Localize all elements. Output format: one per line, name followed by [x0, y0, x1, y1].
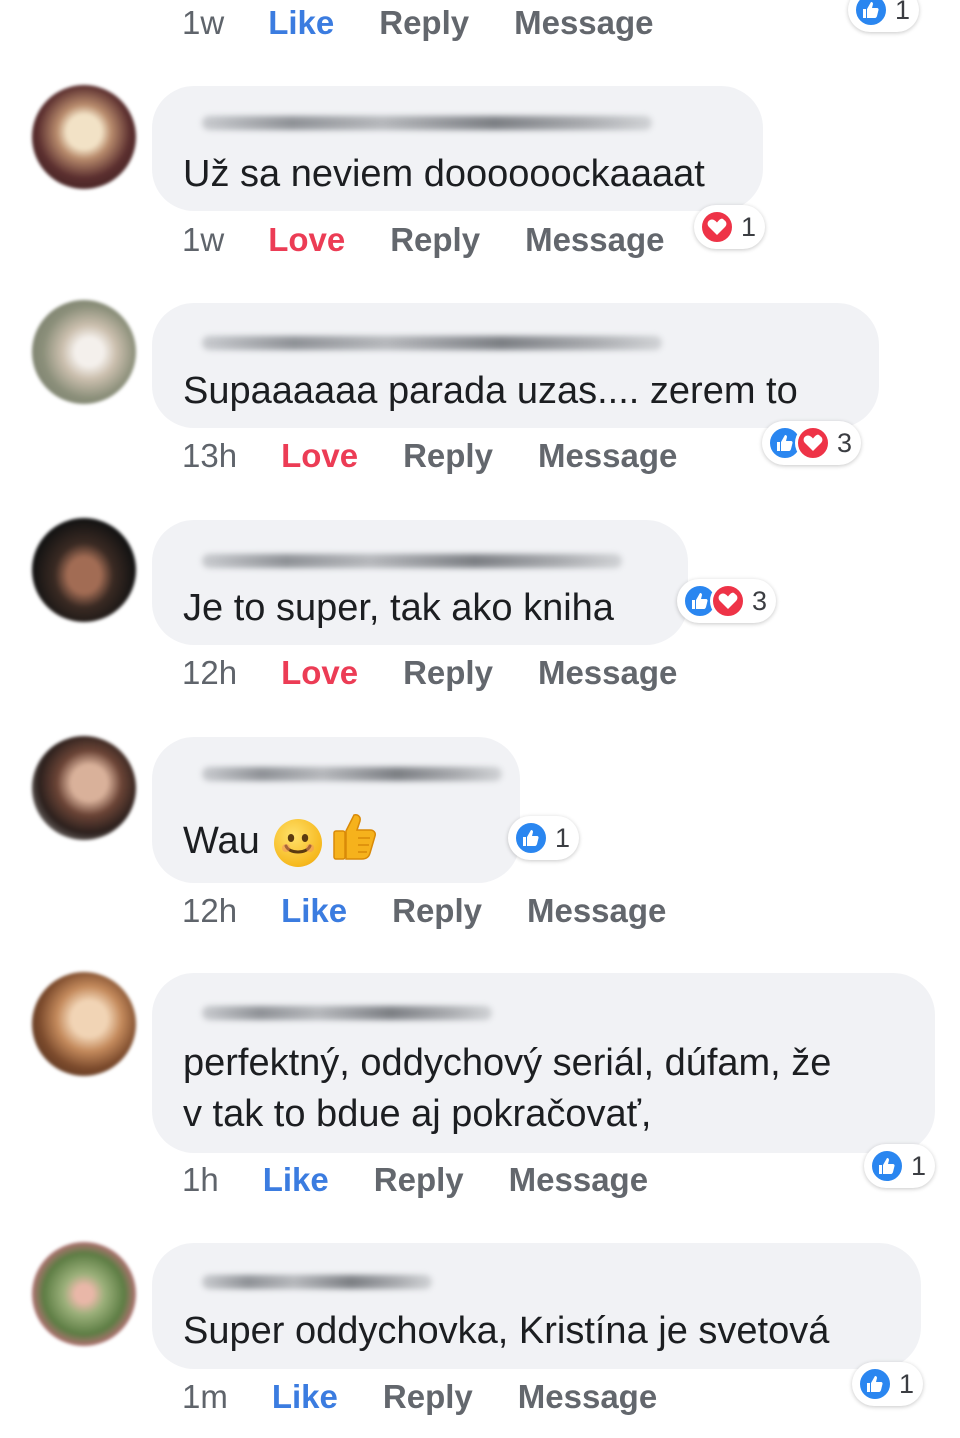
- comment-text: v tak to bdue aj pokračovať,: [183, 1093, 652, 1135]
- reaction-count: 1: [895, 0, 911, 25]
- comment-timestamp: 12h: [182, 892, 238, 929]
- avatar[interactable]: [32, 518, 136, 622]
- reply-button[interactable]: Reply: [374, 1160, 464, 1200]
- reactions-summary[interactable]: 1: [694, 205, 766, 249]
- comment-actions: 1w Love Reply Message: [182, 220, 665, 260]
- reaction-count: 3: [752, 585, 768, 616]
- like-reaction-icon: [869, 1148, 905, 1184]
- comment-text: Super oddychovka, Kristína je svetová: [183, 1310, 830, 1352]
- commenter-name-blurred[interactable]: [202, 1006, 492, 1020]
- comment-actions: 1h Like Reply Message: [182, 1160, 648, 1200]
- love-button[interactable]: Love: [268, 220, 345, 260]
- reply-button[interactable]: Reply: [403, 653, 493, 693]
- reaction-count: 1: [911, 1150, 927, 1181]
- love-reaction-icon: [699, 209, 735, 245]
- comment-timestamp: 1h: [182, 1161, 219, 1198]
- message-button[interactable]: Message: [538, 436, 677, 476]
- reactions-summary[interactable]: 1: [852, 1362, 924, 1406]
- comment-text: Wau: [183, 811, 378, 875]
- comment-actions: 13h Love Reply Message: [182, 436, 677, 476]
- reactions-summary[interactable]: 1: [864, 1144, 936, 1188]
- comment-timestamp: 1w: [182, 221, 225, 258]
- like-reaction-icon: [513, 820, 549, 856]
- reply-button[interactable]: Reply: [379, 3, 469, 43]
- avatar[interactable]: [32, 85, 136, 189]
- message-button[interactable]: Message: [514, 3, 653, 43]
- comment-actions: 12h Love Reply Message: [182, 653, 677, 693]
- avatar[interactable]: [32, 736, 136, 840]
- like-button[interactable]: Like: [263, 1160, 329, 1200]
- comment-bubble: Wau: [152, 737, 520, 883]
- like-button[interactable]: Like: [268, 3, 334, 43]
- avatar[interactable]: [32, 1242, 136, 1346]
- comment-text: Supaaaaaa parada uzas.... zerem to: [183, 370, 798, 412]
- commenter-name-blurred[interactable]: [202, 116, 652, 130]
- reply-button[interactable]: Reply: [392, 891, 482, 931]
- avatar[interactable]: [32, 300, 136, 404]
- comment-timestamp: 1m: [182, 1378, 228, 1415]
- message-button[interactable]: Message: [525, 220, 664, 260]
- like-button[interactable]: Like: [272, 1377, 338, 1417]
- comment-actions: 1w Like Reply Message: [182, 3, 654, 43]
- reply-button[interactable]: Reply: [383, 1377, 473, 1417]
- comment-text: Je to super, tak ako kniha: [183, 587, 614, 629]
- comment-timestamp: 13h: [182, 437, 238, 474]
- smiling-face-icon: [273, 819, 322, 867]
- message-button[interactable]: Message: [509, 1160, 648, 1200]
- reactions-summary[interactable]: 3: [677, 579, 777, 623]
- comment-bubble: Je to super, tak ako kniha: [152, 520, 688, 645]
- comment-bubble: Super oddychovka, Kristína je svetová: [152, 1243, 921, 1369]
- comment-bubble: Supaaaaaa parada uzas.... zerem to: [152, 303, 879, 428]
- comment-text-value: Wau: [183, 820, 260, 863]
- reactions-summary[interactable]: 3: [762, 421, 862, 465]
- commenter-name-blurred[interactable]: [202, 554, 622, 568]
- reply-button[interactable]: Reply: [390, 220, 480, 260]
- thumbs-up-icon: [328, 811, 378, 875]
- reply-button[interactable]: Reply: [403, 436, 493, 476]
- message-button[interactable]: Message: [527, 891, 666, 931]
- reaction-count: 1: [555, 822, 571, 853]
- message-button[interactable]: Message: [518, 1377, 657, 1417]
- comment-actions: 1m Like Reply Message: [182, 1377, 657, 1417]
- reaction-count: 1: [741, 211, 757, 242]
- love-reaction-icon: [795, 425, 831, 461]
- reactions-summary[interactable]: 1: [508, 816, 580, 860]
- reaction-count: 1: [899, 1368, 915, 1399]
- like-button[interactable]: Like: [281, 891, 347, 931]
- love-reaction-icon: [710, 583, 746, 619]
- comment-bubble: perfektný, oddychový seriál, dúfam, že v…: [152, 973, 935, 1153]
- commenter-name-blurred[interactable]: [202, 767, 502, 781]
- commenter-name-blurred[interactable]: [202, 1275, 432, 1289]
- love-button[interactable]: Love: [281, 653, 358, 693]
- comment-timestamp: 1w: [182, 4, 225, 41]
- comment-actions: 12h Like Reply Message: [182, 891, 666, 931]
- reaction-count: 3: [837, 427, 853, 458]
- comment-text: Už sa neviem doooooockaaaat: [183, 153, 705, 195]
- reactions-summary[interactable]: 1: [848, 0, 920, 32]
- like-reaction-icon: [857, 1366, 893, 1402]
- comment-bubble: Už sa neviem doooooockaaaat: [152, 86, 763, 211]
- commenter-name-blurred[interactable]: [202, 336, 662, 350]
- avatar[interactable]: [32, 972, 136, 1076]
- like-reaction-icon: [853, 0, 889, 28]
- comment-timestamp: 12h: [182, 654, 238, 691]
- love-button[interactable]: Love: [281, 436, 358, 476]
- comment-text: perfektný, oddychový seriál, dúfam, že: [183, 1042, 832, 1084]
- message-button[interactable]: Message: [538, 653, 677, 693]
